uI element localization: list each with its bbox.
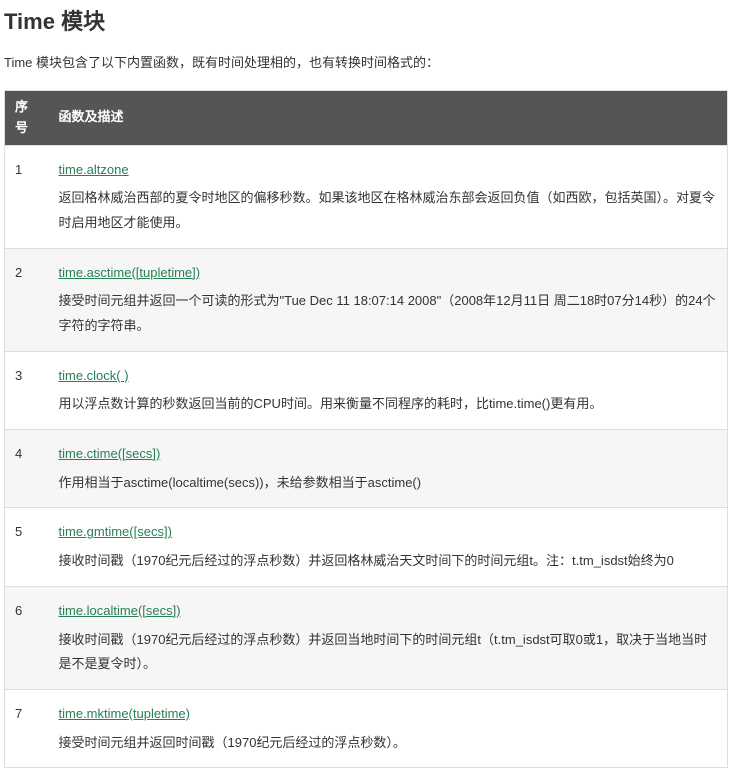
fn-link[interactable]: time.localtime([secs]) — [59, 603, 181, 618]
page-title: Time 模块 — [4, 4, 728, 39]
fn-desc: 接受时间元组并返回一个可读的形式为"Tue Dec 11 18:07:14 20… — [59, 293, 716, 333]
fn-link[interactable]: time.clock( ) — [59, 368, 129, 383]
fn-desc: 返回格林威治西部的夏令时地区的偏移秒数。如果该地区在格林威治东部会返回负值（如西… — [59, 190, 716, 230]
fn-link[interactable]: time.ctime([secs]) — [59, 446, 161, 461]
functions-table: 序号 函数及描述 1 time.altzone 返回格林威治西部的夏令时地区的偏… — [4, 90, 728, 768]
table-row: 6 time.localtime([secs]) 接收时间戳（1970纪元后经过… — [5, 586, 728, 689]
intro-text: Time 模块包含了以下内置函数，既有时间处理相的，也有转换时间格式的： — [4, 53, 728, 74]
row-index: 2 — [5, 248, 49, 351]
col-header-desc: 函数及描述 — [49, 90, 728, 145]
fn-link[interactable]: time.gmtime([secs]) — [59, 524, 172, 539]
table-row: 2 time.asctime([tupletime]) 接受时间元组并返回一个可… — [5, 248, 728, 351]
row-index: 3 — [5, 351, 49, 429]
row-index: 6 — [5, 586, 49, 689]
row-index: 5 — [5, 508, 49, 586]
fn-link[interactable]: time.asctime([tupletime]) — [59, 265, 201, 280]
row-index: 4 — [5, 430, 49, 508]
fn-desc: 接收时间戳（1970纪元后经过的浮点秒数）并返回当地时间下的时间元组t（t.tm… — [59, 632, 708, 672]
fn-desc: 接受时间元组并返回时间戳（1970纪元后经过的浮点秒数）。 — [59, 735, 406, 750]
row-index: 7 — [5, 689, 49, 767]
table-row: 5 time.gmtime([secs]) 接收时间戳（1970纪元后经过的浮点… — [5, 508, 728, 586]
table-row: 7 time.mktime(tupletime) 接受时间元组并返回时间戳（19… — [5, 689, 728, 767]
row-index: 1 — [5, 145, 49, 248]
table-row: 1 time.altzone 返回格林威治西部的夏令时地区的偏移秒数。如果该地区… — [5, 145, 728, 248]
table-row: 3 time.clock( ) 用以浮点数计算的秒数返回当前的CPU时间。用来衡… — [5, 351, 728, 429]
fn-desc: 作用相当于asctime(localtime(secs))，未给参数相当于asc… — [59, 475, 422, 490]
fn-desc: 接收时间戳（1970纪元后经过的浮点秒数）并返回格林威治天文时间下的时间元组t。… — [59, 553, 674, 568]
table-row: 4 time.ctime([secs]) 作用相当于asctime(localt… — [5, 430, 728, 508]
col-header-index: 序号 — [5, 90, 49, 145]
fn-link[interactable]: time.altzone — [59, 162, 129, 177]
fn-desc: 用以浮点数计算的秒数返回当前的CPU时间。用来衡量不同程序的耗时，比time.t… — [59, 396, 603, 411]
fn-link[interactable]: time.mktime(tupletime) — [59, 706, 190, 721]
